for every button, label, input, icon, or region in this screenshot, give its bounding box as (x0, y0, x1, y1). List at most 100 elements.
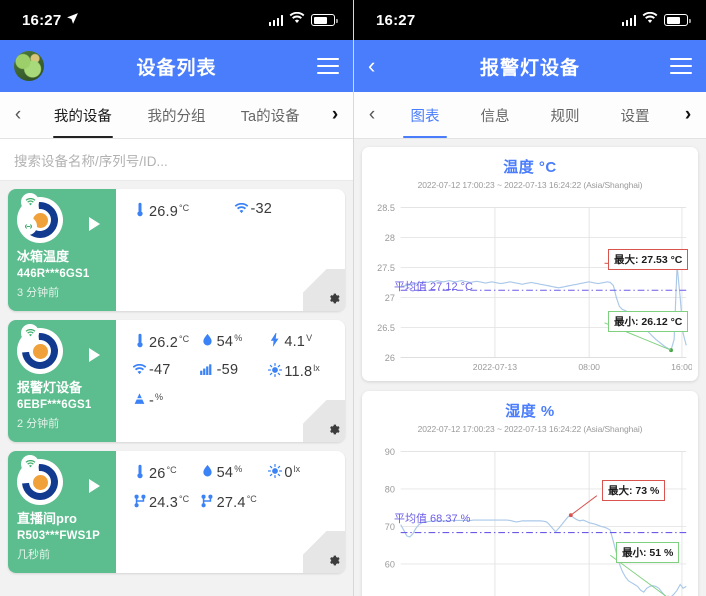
device-serial: 446R***6GS1 (17, 268, 90, 281)
device-metrics: 26.9 °C -32 (116, 189, 345, 311)
chart-plot-temperature: 26 26.5 27 27.5 28 28.5 2022-07-13 08:00 16:00 最… (368, 194, 692, 377)
tabs-next-chevron-right-icon[interactable]: › (317, 92, 353, 138)
gear-icon[interactable] (327, 292, 340, 307)
status-time-text: 16:27 (22, 11, 62, 29)
thermometer-icon (130, 333, 149, 348)
svg-text:28.5: 28.5 (377, 203, 395, 213)
svg-text:16:00: 16:00 (671, 362, 692, 372)
metric-unit: lx (293, 464, 301, 474)
device-card[interactable]: 冰箱温度 446R***6GS1 3 分钟前 26.9 °C -32 (8, 189, 345, 311)
device-metrics: 26.2 °C 54 % 4.1 V -47 -59 11.8 lx - % (116, 320, 345, 442)
metric-temperature: 26.2 °C (130, 332, 198, 351)
tab-charts[interactable]: 图表 (390, 92, 460, 138)
metric-sensor-probe: - % (130, 391, 198, 409)
chart-subtitle: 2022-07-12 17:00:23 ~ 2022-07-13 16:24:2… (417, 423, 643, 434)
back-chevron-left-icon[interactable]: ‹ (368, 55, 398, 77)
status-bar-indicators-right (621, 11, 691, 29)
battery-icon (664, 14, 691, 26)
tabs-right: 图表 信息 规则 设置 (390, 92, 670, 138)
tab-shared-devices[interactable]: Ta的设备 (223, 92, 317, 138)
device-link-badge-icon (19, 217, 37, 235)
tab-label: 我的分组 (147, 108, 206, 125)
metric-row: 26.2 °C 54 % 4.1 V (130, 332, 333, 351)
tabs-prev-chevron-left-icon[interactable]: ‹ (0, 92, 36, 138)
svg-text:27: 27 (385, 293, 395, 303)
wifi-icon (232, 203, 251, 214)
tab-my-groups[interactable]: 我的分组 (130, 92, 224, 138)
chart-avg-annotation: 平均值 68.37 % (394, 512, 471, 525)
device-wifi-badge-icon (21, 455, 39, 473)
metric-value: 0 (284, 465, 293, 481)
device-card[interactable]: 直播间pro R503***FWS1P 几秒前 26 °C 54 % 0 lx … (8, 451, 345, 573)
tab-rules[interactable]: 规则 (530, 92, 600, 138)
avatar[interactable] (14, 51, 44, 81)
tab-strip-right: ‹ 图表 信息 规则 设置 › (354, 92, 706, 139)
humidity-drop-icon (198, 464, 217, 478)
metric-row: 24.3 °C 27.4 °C (130, 493, 333, 511)
metric-probe-2: 27.4 °C (198, 493, 266, 511)
tabs-prev-chevron-left-icon[interactable]: ‹ (354, 92, 390, 138)
tab-label: 设置 (620, 108, 650, 125)
gear-icon[interactable] (327, 554, 340, 569)
tabs-left: 我的设备 我的分组 Ta的设备 (36, 92, 317, 138)
tabs-next-chevron-right-icon[interactable]: › (670, 92, 706, 138)
tab-label: 我的设备 (53, 108, 112, 125)
hamburger-icon[interactable] (670, 58, 692, 74)
svg-text:80: 80 (385, 484, 395, 494)
cellular-signal-icon (621, 14, 636, 26)
app-bar-left: 设备列表 (0, 40, 353, 92)
tab-my-devices[interactable]: 我的设备 (36, 92, 130, 138)
metric-value: 27.4 (216, 495, 246, 511)
page-title: 设备列表 (136, 57, 217, 79)
wifi-status-icon (642, 11, 658, 29)
humidity-drop-icon (198, 333, 217, 347)
svg-text:60: 60 (385, 559, 395, 569)
metric-temperature: 26 °C (130, 463, 198, 482)
metric-unit: °C (179, 203, 190, 213)
metric-brightness: 0 lx (265, 463, 333, 482)
tab-settings[interactable]: 设置 (600, 92, 670, 138)
tab-label: 信息 (480, 108, 510, 125)
metric-unit: % (234, 464, 243, 474)
metric-value: 26.2 (149, 335, 179, 351)
metric-value: 54 (216, 465, 234, 481)
play-triangle-icon[interactable] (89, 479, 100, 493)
chart-max-annotation: 最大: 73 % (602, 479, 666, 501)
page-title: 报警灯设备 (479, 57, 580, 79)
device-wifi-badge-icon (21, 193, 39, 211)
svg-text:28: 28 (385, 233, 395, 243)
metric-voltage: 4.1 V (265, 332, 333, 351)
device-last-seen: 2 分钟前 (17, 418, 60, 431)
status-bar-left: 16:27 (0, 0, 353, 40)
device-detail-pane: 16:27 ‹ 报警灯设备 ‹ 图表 信息 规则 设置 › 温度 °C 2022… (353, 0, 706, 596)
chart-min-annotation: 最小: 51 % (616, 541, 680, 563)
metric-unit: lx (313, 363, 320, 373)
metric-value: 4.1 (284, 334, 306, 350)
metric-unit: °C (179, 494, 190, 504)
search-bar[interactable]: 搜索设备名称/序列号/ID... (0, 139, 353, 181)
metric-wifi-rssi: -47 (130, 362, 198, 380)
voltage-bolt-icon (265, 333, 284, 347)
hamburger-icon[interactable] (317, 58, 339, 74)
metric-brightness: 11.8 lx (265, 362, 333, 380)
tab-info[interactable]: 信息 (460, 92, 530, 138)
metric-value: 26.9 (149, 204, 179, 220)
chart-card-temperature[interactable]: 温度 °C 2022-07-12 17:00:23 ~ 2022-07-13 1… (362, 147, 698, 381)
metric-unit: V (306, 333, 313, 343)
device-card[interactable]: 报警灯设备 6EBF***6GS1 2 分钟前 26.2 °C 54 % 4.1… (8, 320, 345, 442)
play-triangle-icon[interactable] (89, 348, 100, 362)
device-name: 冰箱温度 (17, 249, 70, 264)
device-metrics: 26 °C 54 % 0 lx 24.3 °C 27.4 °C (116, 451, 345, 573)
status-time-text: 16:27 (376, 11, 416, 29)
metric-unit: % (155, 392, 164, 402)
chart-card-humidity[interactable]: 湿度 % 2022-07-12 17:00:23 ~ 2022-07-13 16… (362, 390, 698, 596)
device-serial: R503***FWS1P (17, 530, 100, 543)
play-triangle-icon[interactable] (89, 217, 100, 231)
sensor-probe-icon (130, 392, 149, 406)
gear-icon[interactable] (327, 423, 340, 438)
device-card-header: 报警灯设备 6EBF***6GS1 2 分钟前 (8, 320, 116, 442)
chart-title: 温度 °C (503, 159, 557, 176)
device-logo-wrap (17, 455, 108, 507)
device-serial: 6EBF***6GS1 (17, 399, 92, 412)
metric-value: -59 (216, 362, 239, 378)
